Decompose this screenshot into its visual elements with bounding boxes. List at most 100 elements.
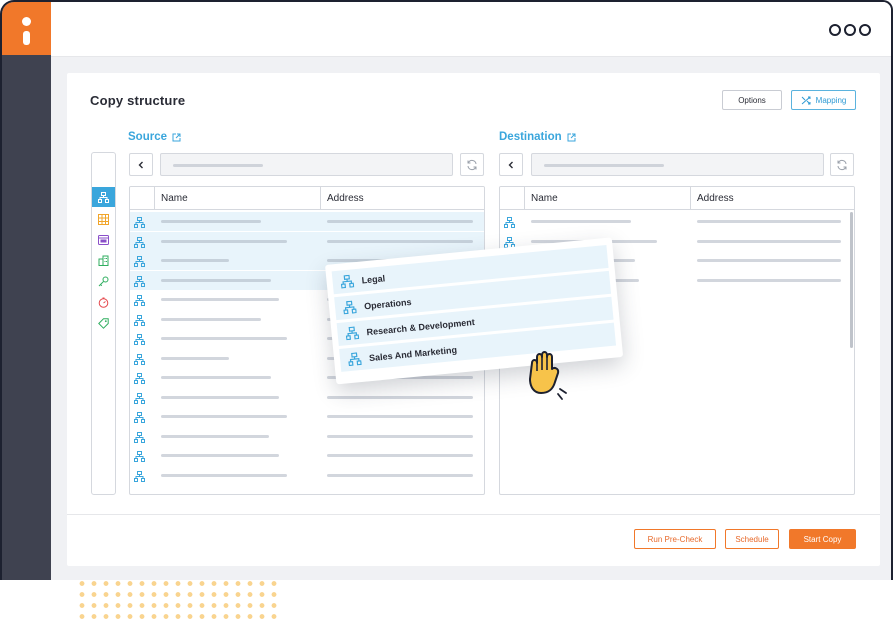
table-row[interactable] — [130, 427, 484, 446]
org-structure-icon — [345, 326, 360, 341]
org-structure-icon — [343, 300, 357, 315]
destination-address-field[interactable] — [531, 153, 824, 176]
row-name-placeholder — [531, 220, 631, 223]
source-column-address[interactable]: Address — [327, 193, 364, 204]
row-name-placeholder — [161, 434, 269, 438]
table-row[interactable] — [130, 446, 484, 465]
top-bar — [51, 2, 891, 57]
schedule-button[interactable]: Schedule — [725, 529, 779, 549]
grab-cursor-icon — [529, 351, 567, 400]
source-table-header: Name Address — [130, 187, 484, 210]
org-structure-icon — [340, 274, 355, 289]
table-row[interactable] — [130, 407, 484, 426]
row-name-placeholder — [161, 454, 279, 457]
org-structure-icon — [504, 215, 515, 233]
row-address-placeholder — [327, 220, 473, 223]
destination-back-button[interactable] — [499, 153, 523, 176]
destination-title[interactable]: Destination — [499, 131, 576, 143]
row-name-placeholder — [161, 337, 287, 340]
shuffle-icon — [801, 96, 811, 104]
row-address-placeholder — [327, 434, 473, 438]
tag-icon[interactable] — [92, 313, 115, 333]
table-row[interactable] — [130, 212, 484, 231]
row-name-placeholder — [161, 278, 271, 282]
org-structure-icon — [134, 469, 145, 487]
key-icon[interactable] — [92, 271, 115, 291]
row-address-placeholder — [697, 278, 841, 282]
chevron-left-icon — [508, 161, 513, 168]
row-address-placeholder — [697, 239, 841, 243]
source-back-button[interactable] — [129, 153, 153, 176]
org-structure-icon — [134, 235, 145, 253]
footer-divider — [67, 514, 880, 515]
source-column-name[interactable]: Name — [161, 193, 188, 204]
left-rail — [2, 2, 51, 580]
refresh-icon — [467, 159, 477, 170]
org-structure-icon — [134, 274, 145, 292]
source-title[interactable]: Source — [128, 131, 181, 143]
org-structure-icon — [134, 254, 145, 272]
source-refresh-button[interactable] — [460, 153, 484, 176]
org-structure-icon — [348, 352, 362, 367]
destination-column-address[interactable]: Address — [697, 193, 734, 204]
row-name-placeholder — [161, 259, 229, 262]
chevron-left-icon — [138, 161, 143, 168]
destination-refresh-button[interactable] — [830, 153, 854, 176]
run-precheck-button[interactable]: Run Pre-Check — [634, 529, 716, 549]
start-copy-button[interactable]: Start Copy — [789, 529, 856, 549]
org-structure-icon — [134, 391, 145, 409]
options-button[interactable]: Options — [722, 90, 782, 110]
table-icon[interactable] — [92, 209, 115, 229]
org-structure-icon — [134, 410, 145, 428]
row-name-placeholder — [161, 395, 279, 399]
destination-table-header: Name Address — [500, 187, 854, 210]
row-address-placeholder — [327, 395, 473, 399]
table-row[interactable] — [500, 212, 854, 231]
drag-item-label: Research & Development — [366, 316, 476, 337]
org-structure-icon — [134, 371, 145, 389]
org-structure-icon[interactable] — [92, 187, 115, 207]
row-name-placeholder — [161, 220, 261, 223]
drag-item-label: Sales And Marketing — [368, 344, 458, 363]
timer-icon[interactable] — [92, 292, 115, 312]
org-structure-icon — [134, 332, 145, 350]
row-address-placeholder — [697, 259, 841, 262]
row-name-placeholder — [161, 473, 287, 477]
row-name-placeholder — [161, 317, 261, 321]
calendar-icon[interactable] — [92, 229, 115, 249]
decorative-dots — [76, 578, 281, 620]
row-address-placeholder — [327, 415, 473, 418]
drag-item-label: Operations — [363, 296, 412, 311]
building-icon[interactable] — [92, 250, 115, 270]
row-name-placeholder — [161, 298, 279, 301]
org-structure-icon — [134, 430, 145, 448]
page-title: Copy structure — [90, 93, 186, 108]
table-row[interactable] — [130, 466, 484, 485]
source-address-field[interactable] — [160, 153, 453, 176]
row-name-placeholder — [161, 376, 271, 379]
more-options-icon[interactable] — [829, 24, 871, 36]
row-address-placeholder — [327, 473, 473, 477]
org-structure-icon — [134, 352, 145, 370]
table-row[interactable] — [130, 231, 484, 253]
org-structure-icon — [134, 293, 145, 311]
row-address-placeholder — [327, 454, 473, 457]
row-name-placeholder — [161, 415, 287, 418]
org-structure-icon — [134, 313, 145, 331]
destination-column-name[interactable]: Name — [531, 193, 558, 204]
object-type-sidebar — [91, 152, 116, 495]
drag-item-label: Legal — [361, 272, 386, 286]
row-name-placeholder — [161, 239, 287, 243]
external-link-icon — [172, 133, 181, 141]
app-logo — [2, 2, 51, 55]
row-name-placeholder — [161, 356, 229, 360]
table-row[interactable] — [130, 388, 484, 407]
external-link-icon — [567, 133, 576, 141]
row-address-placeholder — [327, 239, 473, 243]
mapping-button[interactable]: Mapping — [791, 90, 856, 110]
org-structure-icon — [134, 215, 145, 233]
mapping-label: Mapping — [815, 95, 847, 105]
org-structure-icon — [134, 449, 145, 467]
row-address-placeholder — [697, 220, 841, 223]
refresh-icon — [837, 159, 847, 170]
